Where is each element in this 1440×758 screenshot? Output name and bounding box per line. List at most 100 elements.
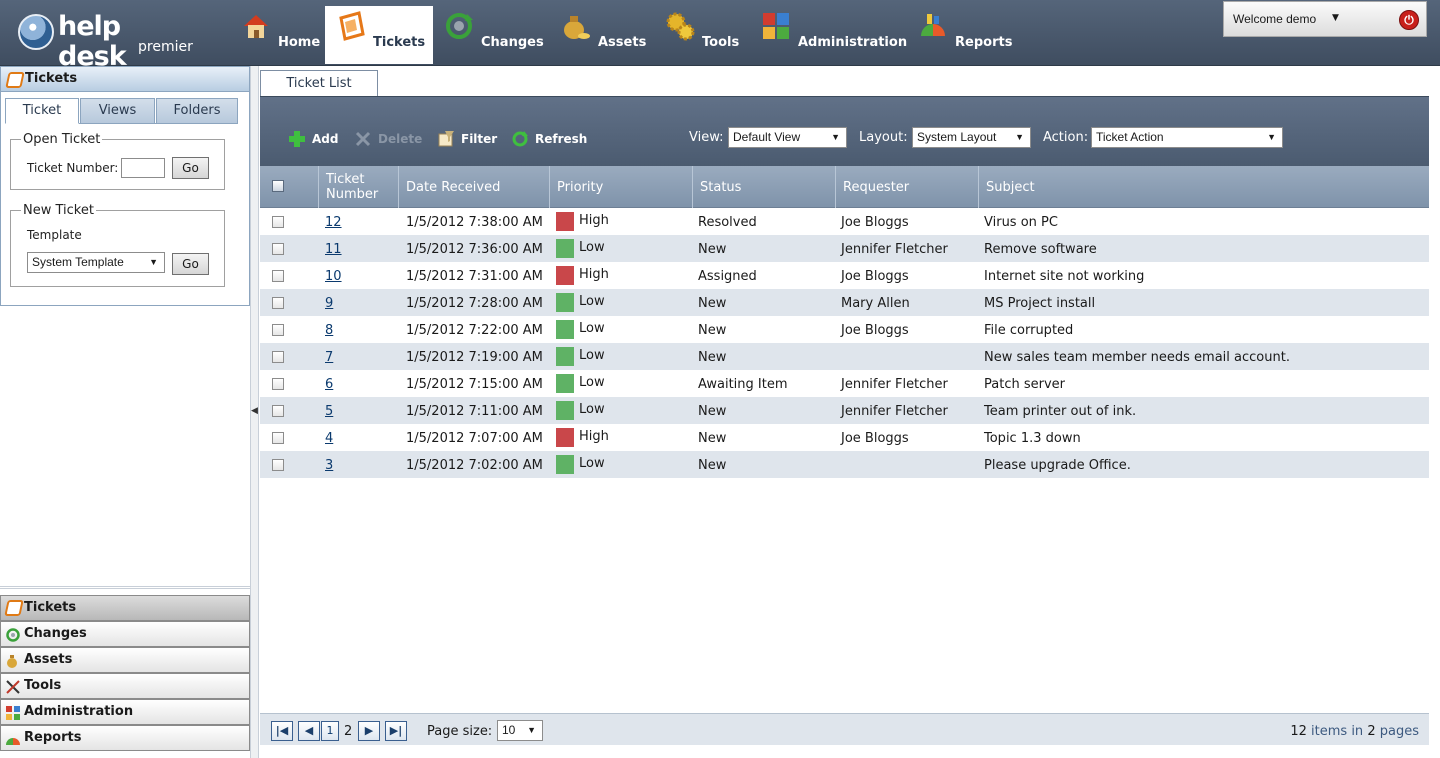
last-page-button[interactable]: ▶| — [385, 721, 407, 741]
column-requester[interactable]: Requester — [835, 166, 978, 208]
nav-administration[interactable]: Administration — [750, 6, 915, 64]
accordion-tickets[interactable]: Tickets — [0, 595, 250, 621]
accordion-label: Assets — [24, 652, 73, 667]
ticket-number-link[interactable]: 6 — [325, 377, 333, 392]
ticket-icon — [5, 72, 25, 88]
refresh-icon — [512, 131, 528, 147]
panel-splitter[interactable]: ◀ — [250, 66, 259, 758]
column-date-received[interactable]: Date Received — [398, 166, 549, 208]
layout-select[interactable]: System Layout ▼ — [912, 127, 1031, 148]
tab-folders[interactable]: Folders — [156, 98, 238, 124]
panel-title-text: Tickets — [25, 71, 78, 86]
status: New — [698, 323, 727, 338]
view-select[interactable]: Default View ▼ — [728, 127, 847, 148]
tab-ticket[interactable]: Ticket — [5, 98, 79, 124]
ticket-number-link[interactable]: 5 — [325, 404, 333, 419]
column-priority[interactable]: Priority — [549, 166, 692, 208]
ticket-number-link[interactable]: 10 — [325, 269, 342, 284]
accordion-changes[interactable]: Changes — [0, 621, 250, 647]
new-ticket-go-button[interactable]: Go — [172, 253, 209, 275]
accordion-reports[interactable]: Reports — [0, 725, 250, 751]
delete-button[interactable]: Delete — [354, 131, 422, 147]
ticket-number-link[interactable]: 4 — [325, 431, 333, 446]
table-row[interactable]: 12 1/5/2012 7:38:00 AM High Resolved Joe Blo… — [260, 208, 1429, 235]
row-checkbox[interactable] — [272, 459, 284, 471]
ticket-number-link[interactable]: 7 — [325, 350, 333, 365]
priority-swatch — [556, 455, 574, 474]
nav-home[interactable]: Home — [230, 6, 328, 64]
priority: Low — [579, 348, 605, 363]
table-row[interactable]: 7 1/5/2012 7:19:00 AM Low New New sales team… — [260, 343, 1429, 370]
nav-tools[interactable]: Tools — [654, 6, 747, 64]
accordion-label: Changes — [24, 626, 87, 641]
table-row[interactable]: 3 1/5/2012 7:02:00 AM Low New Please upgrade… — [260, 451, 1429, 478]
current-page: 2 — [344, 724, 353, 739]
row-checkbox[interactable] — [272, 324, 284, 336]
filter-button[interactable]: Filter — [437, 131, 497, 147]
status: New — [698, 242, 727, 257]
table-row[interactable]: 10 1/5/2012 7:31:00 AM High Assigned Joe Blo… — [260, 262, 1429, 289]
column-ticket-number[interactable]: Ticket Number — [318, 166, 398, 208]
add-button[interactable]: Add — [288, 131, 339, 147]
ticket-number-link[interactable]: 12 — [325, 215, 342, 230]
priority: Low — [579, 456, 605, 471]
ticket-number-link[interactable]: 11 — [325, 242, 342, 257]
nav-label: Tools — [702, 35, 740, 50]
row-checkbox[interactable] — [272, 378, 284, 390]
item-count: 12 — [1290, 724, 1307, 739]
next-page-button[interactable]: ▶ — [358, 721, 380, 741]
ticket-number-link[interactable]: 9 — [325, 296, 333, 311]
page-1-button[interactable]: 1 — [321, 721, 339, 741]
column-subject[interactable]: Subject — [978, 166, 1429, 208]
row-checkbox[interactable] — [272, 351, 284, 363]
logo-subtext: premier — [138, 39, 193, 55]
select-all-checkbox[interactable] — [272, 180, 284, 192]
logo[interactable]: help desk premier — [18, 12, 193, 72]
row-checkbox[interactable] — [272, 243, 284, 255]
tab-views[interactable]: Views — [80, 98, 155, 124]
date-received: 1/5/2012 7:02:00 AM — [406, 458, 543, 473]
user-menu[interactable]: Welcome demo ▼ ⏻ — [1223, 1, 1427, 37]
column-status[interactable]: Status — [692, 166, 835, 208]
table-row[interactable]: 9 1/5/2012 7:28:00 AM Low New Mary Allen MS P… — [260, 289, 1429, 316]
table-row[interactable]: 11 1/5/2012 7:36:00 AM Low New Jennifer Flet… — [260, 235, 1429, 262]
accordion-assets[interactable]: Assets — [0, 647, 250, 673]
nav-reports[interactable]: Reports — [907, 6, 1020, 64]
accordion-tools[interactable]: Tools — [0, 673, 250, 699]
welcome-text: Welcome demo — [1233, 12, 1317, 26]
tab-ticket-list[interactable]: Ticket List — [260, 70, 378, 97]
add-label: Add — [312, 132, 339, 146]
date-received: 1/5/2012 7:36:00 AM — [406, 242, 543, 257]
row-checkbox[interactable] — [272, 216, 284, 228]
accordion-administration[interactable]: Administration — [0, 699, 250, 725]
ticket-number-link[interactable]: 8 — [325, 323, 333, 338]
prev-page-button[interactable]: ◀ — [298, 721, 320, 741]
priority: Low — [579, 402, 605, 417]
power-icon[interactable]: ⏻ — [1399, 10, 1419, 30]
ticket-number-link[interactable]: 3 — [325, 458, 333, 473]
row-checkbox[interactable] — [272, 297, 284, 309]
table-row[interactable]: 8 1/5/2012 7:22:00 AM Low New Joe Bloggs File… — [260, 316, 1429, 343]
template-select[interactable]: System Template ▼ — [27, 252, 165, 273]
table-row[interactable]: 6 1/5/2012 7:15:00 AM Low Awaiting Item Jenn… — [260, 370, 1429, 397]
first-page-button[interactable]: |◀ — [271, 721, 293, 741]
row-checkbox[interactable] — [272, 432, 284, 444]
pager: |◀ ◀ 1 2 ▶ ▶| Page size: 10 ▼ 12 items in… — [260, 713, 1429, 745]
nav-tickets[interactable]: Tickets — [325, 6, 433, 64]
nav-assets[interactable]: Assets — [550, 6, 654, 64]
nav-changes[interactable]: Changes — [433, 6, 552, 64]
action-select[interactable]: Ticket Action ▼ — [1091, 127, 1283, 148]
caret-down-icon[interactable]: ▼ — [1332, 13, 1339, 23]
open-ticket-go-button[interactable]: Go — [172, 157, 209, 179]
page-size-select[interactable]: 10 ▼ — [497, 720, 543, 741]
table-row[interactable]: 5 1/5/2012 7:11:00 AM Low New Jennifer Fletc… — [260, 397, 1429, 424]
refresh-button[interactable]: Refresh — [511, 131, 587, 147]
left-panel: Tickets Ticket Views Folders Open Ticket… — [0, 66, 250, 758]
row-checkbox[interactable] — [272, 270, 284, 282]
panel-divider — [0, 586, 250, 589]
grid-header: Ticket Number Date Received Priority Sta… — [260, 166, 1429, 208]
ticket-number-input[interactable] — [121, 158, 165, 178]
row-checkbox[interactable] — [272, 405, 284, 417]
table-row[interactable]: 4 1/5/2012 7:07:00 AM High New Joe Bloggs Top… — [260, 424, 1429, 451]
collapse-arrow-icon[interactable]: ◀ — [251, 406, 258, 416]
